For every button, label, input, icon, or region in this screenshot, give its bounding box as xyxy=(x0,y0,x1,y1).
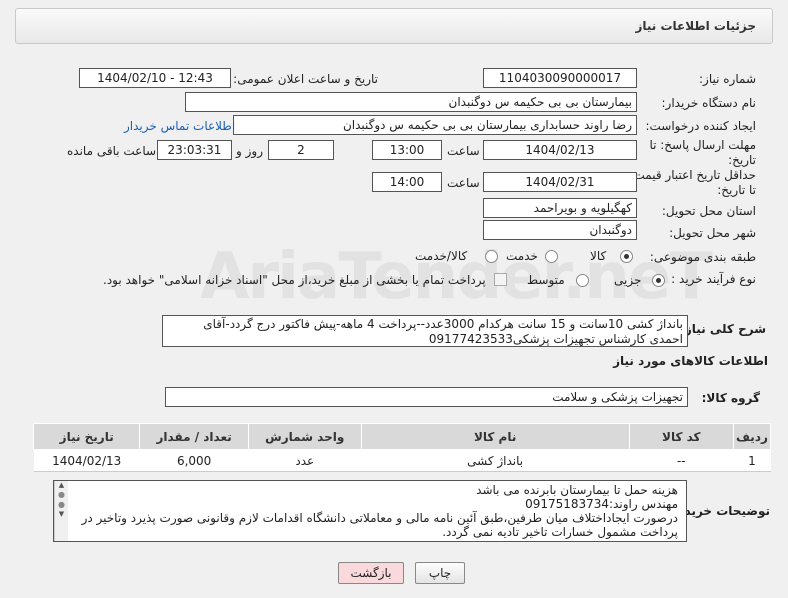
process-label: نوع فرآیند خرید : xyxy=(671,272,756,286)
goods-section-title: اطلاعات کالاهای مورد نیاز xyxy=(613,354,768,368)
process-radio-minor[interactable] xyxy=(652,274,665,287)
category-option-goods: کالا xyxy=(590,249,607,263)
province-field[interactable]: کهگیلویه و بویراحمد xyxy=(483,198,637,218)
validity-date-field[interactable]: 1404/02/31 xyxy=(483,172,637,192)
requester-label: ایجاد کننده درخواست: xyxy=(645,119,756,133)
requester-field[interactable]: رضا راوند حسابداری بیمارستان بی بی حکیمه… xyxy=(233,115,637,135)
deadline-date-field[interactable]: 1404/02/13 xyxy=(483,140,637,160)
category-option-goods-service: کالا/خدمت xyxy=(415,249,468,263)
buyer-contact-link[interactable]: اطلاعات تماس خریدار xyxy=(124,119,235,133)
days-field[interactable]: 2 xyxy=(268,140,334,160)
announce-label: تاریخ و ساعت اعلان عمومی: xyxy=(233,72,378,86)
deadline-time-field[interactable]: 13:00 xyxy=(372,140,442,160)
category-radio-service[interactable] xyxy=(545,250,558,263)
remaining-time-field[interactable]: 23:03:31 xyxy=(157,140,232,160)
details-panel-header: جزئیات اطلاعات نیاز xyxy=(15,8,773,44)
cell-quantity: 6,000 xyxy=(139,449,249,472)
notes-line: پرداخت مشمول خسارات تاخیر تادیه نمی گردد… xyxy=(442,525,678,539)
notes-scrollbar[interactable]: ▲ ● ● ▼ xyxy=(54,481,68,541)
col-name: نام کالا xyxy=(360,423,630,450)
table-row[interactable]: 1 -- بانداژ کشی عدد 6,000 1404/02/13 xyxy=(33,449,771,472)
back-button[interactable]: بازگشت xyxy=(338,562,404,584)
goods-group-label: گروه کالا: xyxy=(701,391,760,405)
category-radio-goods-service[interactable] xyxy=(485,250,498,263)
print-button[interactable]: چاپ xyxy=(415,562,465,584)
category-label: طبقه بندی موضوعی: xyxy=(649,250,756,264)
cell-code: -- xyxy=(629,449,734,472)
buyer-notes-field[interactable]: هزینه حمل تا بیمارستان بابرنده می باشد م… xyxy=(53,480,687,542)
validity-time-field[interactable]: 14:00 xyxy=(372,172,442,192)
col-code: کد کالا xyxy=(628,423,734,450)
notes-line: مهندس راوند:09175183734 xyxy=(525,497,678,511)
cell-unit: عدد xyxy=(248,449,362,472)
page-title: جزئیات اطلاعات نیاز xyxy=(635,19,756,33)
notes-line: هزینه حمل تا بیمارستان بابرنده می باشد xyxy=(476,483,678,497)
category-option-service: خدمت xyxy=(506,249,538,263)
goods-table: ردیف کد کالا نام کالا واحد شمارش تعداد /… xyxy=(32,423,772,472)
notes-line: درصورت ایجاداختلاف میان طرفین،طبق آئین ن… xyxy=(81,511,678,525)
need-number-label: شماره نیاز: xyxy=(699,72,756,86)
process-radio-medium[interactable] xyxy=(576,274,589,287)
description-field[interactable]: بانداژ کشی 10سانت و 15 سانت هرکدام 3000ع… xyxy=(162,315,688,347)
category-radio-goods[interactable] xyxy=(620,250,633,263)
cell-date: 1404/02/13 xyxy=(33,449,140,472)
city-label: شهر محل تحویل: xyxy=(669,226,756,240)
process-option-minor: جزیی xyxy=(614,273,642,287)
col-unit: واحد شمارش xyxy=(247,423,362,450)
remaining-label: ساعت باقی مانده xyxy=(67,144,157,158)
goods-table-header: ردیف کد کالا نام کالا واحد شمارش تعداد /… xyxy=(32,423,772,450)
scroll-dot-icon: ● xyxy=(58,490,65,499)
need-number-field[interactable]: 1104030090000017 xyxy=(483,68,637,88)
scroll-down-icon[interactable]: ▼ xyxy=(55,510,68,519)
col-row: ردیف xyxy=(732,423,772,450)
buyer-org-label: نام دستگاه خریدار: xyxy=(661,96,757,110)
scroll-dot-icon: ● xyxy=(58,500,65,509)
col-quantity: تعداد / مقدار xyxy=(139,423,249,450)
cell-row: 1 xyxy=(733,449,771,472)
validity-time-label: ساعت xyxy=(447,176,480,190)
announce-field[interactable]: 1404/02/10 - 12:43 xyxy=(79,68,231,88)
process-option-medium: متوسط xyxy=(527,273,565,287)
description-label: شرح کلی نیاز: xyxy=(680,322,766,336)
treasury-payment-note: پرداخت تمام یا بخشی از مبلغ خرید،از محل … xyxy=(103,273,486,287)
days-label: روز و xyxy=(236,144,263,158)
deadline-time-label: ساعت xyxy=(447,144,480,158)
treasury-payment-checkbox[interactable] xyxy=(494,273,507,286)
deadline-label: مهلت ارسال پاسخ: تا تاریخ: xyxy=(649,138,756,167)
cell-name: بانداژ کشی xyxy=(361,449,630,472)
city-field[interactable]: دوگنبدان xyxy=(483,220,637,240)
province-label: استان محل تحویل: xyxy=(661,204,756,218)
validity-label: حداقل تاریخ اعتبار قیمت: تا تاریخ: xyxy=(629,168,756,197)
scroll-up-icon[interactable]: ▲ xyxy=(55,481,68,490)
buyer-org-field[interactable]: بیمارستان بی بی حکیمه س دوگنبدان xyxy=(185,92,637,112)
goods-group-field[interactable]: تجهیزات پزشکی و سلامت xyxy=(165,387,688,407)
col-date: تاریخ نیاز xyxy=(32,423,141,450)
